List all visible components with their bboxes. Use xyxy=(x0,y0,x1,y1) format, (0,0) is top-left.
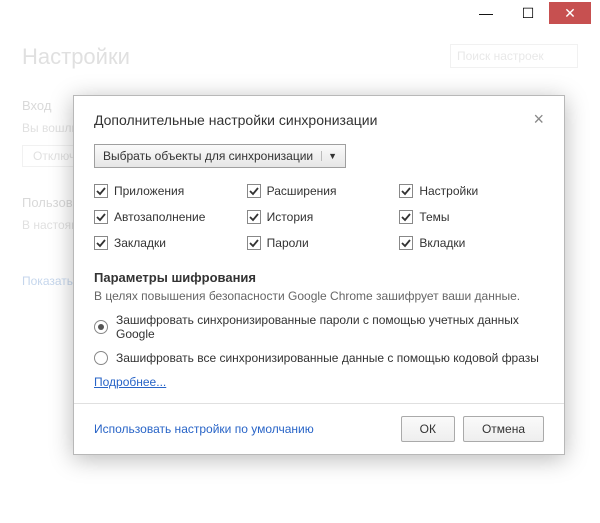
radio-label: Зашифровать все синхронизированные данны… xyxy=(116,351,539,365)
sync-checkbox-item[interactable]: Настройки xyxy=(399,184,544,198)
encrypt-passwords-radio[interactable]: Зашифровать синхронизированные пароли с … xyxy=(94,313,544,341)
maximize-button[interactable]: ☐ xyxy=(507,2,549,24)
sync-objects-dropdown[interactable]: Выбрать объекты для синхронизации▼ xyxy=(94,144,346,168)
dialog-close-icon[interactable]: × xyxy=(533,112,544,126)
dialog-title: Дополнительные настройки синхронизации xyxy=(94,112,377,128)
checkbox-checked-icon xyxy=(247,184,261,198)
minimize-button[interactable]: — xyxy=(465,2,507,24)
radio-icon xyxy=(94,320,108,334)
cancel-button[interactable]: Отмена xyxy=(463,416,544,442)
encryption-description: В целях повышения безопасности Google Ch… xyxy=(94,289,544,303)
sync-settings-dialog: Дополнительные настройки синхронизации ×… xyxy=(73,95,565,455)
checkbox-checked-icon xyxy=(94,236,108,250)
checkbox-checked-icon xyxy=(94,210,108,224)
sync-checkbox-item[interactable]: Приложения xyxy=(94,184,239,198)
window-close-button[interactable]: ✕ xyxy=(549,2,591,24)
sync-checkbox-item[interactable]: Пароли xyxy=(247,236,392,250)
sync-checkbox-item[interactable]: Расширения xyxy=(247,184,392,198)
encryption-header: Параметры шифрования xyxy=(94,270,544,285)
learn-more-link[interactable]: Подробнее... xyxy=(94,375,166,389)
checkbox-checked-icon xyxy=(399,210,413,224)
sync-items-grid: Приложения Расширения Настройки Автозаполне… xyxy=(94,184,544,250)
checkbox-checked-icon xyxy=(399,236,413,250)
checkbox-checked-icon xyxy=(399,184,413,198)
chevron-down-icon: ▼ xyxy=(321,151,337,161)
window-title-bar: — ☐ ✕ xyxy=(0,0,600,28)
sync-checkbox-item[interactable]: Вкладки xyxy=(399,236,544,250)
sync-checkbox-item[interactable]: Темы xyxy=(399,210,544,224)
encrypt-all-radio[interactable]: Зашифровать все синхронизированные данны… xyxy=(94,351,544,365)
ok-button[interactable]: ОК xyxy=(401,416,455,442)
radio-label: Зашифровать синхронизированные пароли с … xyxy=(116,313,544,341)
sync-checkbox-item[interactable]: Автозаполнение xyxy=(94,210,239,224)
checkbox-checked-icon xyxy=(94,184,108,198)
sync-checkbox-item[interactable]: История xyxy=(247,210,392,224)
use-defaults-link[interactable]: Использовать настройки по умолчанию xyxy=(94,422,393,436)
radio-icon xyxy=(94,351,108,365)
sync-checkbox-item[interactable]: Закладки xyxy=(94,236,239,250)
checkbox-checked-icon xyxy=(247,210,261,224)
checkbox-checked-icon xyxy=(247,236,261,250)
